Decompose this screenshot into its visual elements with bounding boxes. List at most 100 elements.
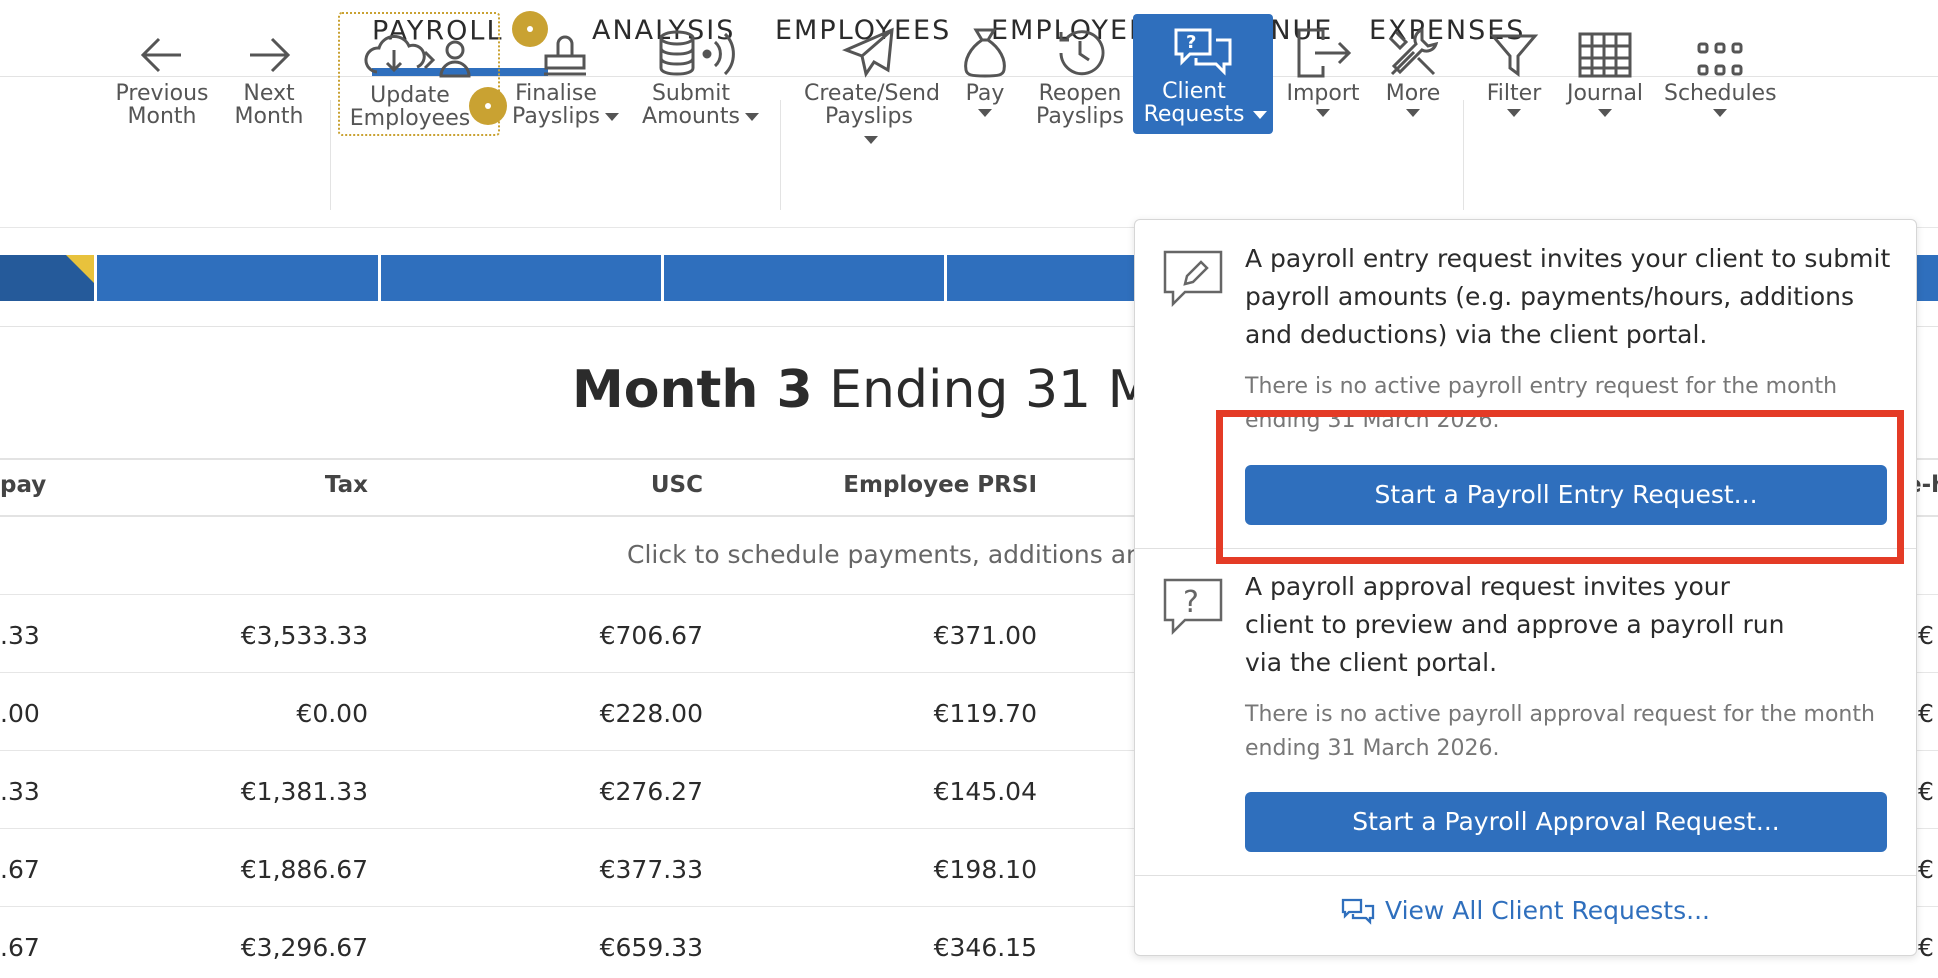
submit-amounts-label: Submit Amounts	[642, 81, 740, 129]
column-header-pay[interactable]: pay	[0, 472, 46, 498]
usc-cell: €706.67	[599, 621, 703, 650]
import-label: Import	[1286, 81, 1360, 106]
apps-grid-icon	[1697, 42, 1743, 76]
truncated-cell: €	[1918, 621, 1934, 650]
paper-plane-icon	[842, 27, 894, 78]
entry-request-description: A payroll entry request invites your cli…	[1245, 244, 1891, 349]
svg-text:?: ?	[1186, 32, 1196, 53]
filter-label: Filter	[1486, 81, 1542, 106]
chevron-down-icon	[605, 113, 619, 121]
pay-button[interactable]: Pay	[955, 12, 1015, 117]
filter-icon	[1489, 34, 1539, 77]
usc-cell: €377.33	[599, 855, 703, 884]
submit-amounts-button[interactable]: Submit Amounts	[638, 12, 762, 128]
current-period-marker	[66, 255, 94, 283]
truncated-cell: €	[1918, 777, 1934, 806]
chevron-down-icon	[1253, 111, 1267, 119]
reopen-payslips-button[interactable]: Reopen Payslips	[1030, 12, 1130, 128]
next-month-button[interactable]: Next Month	[225, 12, 313, 128]
period-divider	[944, 255, 947, 301]
truncated-cell: €	[1918, 699, 1934, 728]
period-divider	[94, 255, 97, 301]
toolbar-separator	[780, 100, 781, 210]
cloud-download-user-icon	[364, 35, 471, 78]
schedules-label: Schedules	[1664, 81, 1777, 106]
chevron-down-icon	[1598, 109, 1612, 117]
create-send-payslips-button[interactable]: Create/Send Payslips	[800, 12, 940, 151]
page-title: Month 3 Ending 31 Mar	[572, 360, 1206, 420]
more-label: More	[1385, 81, 1441, 106]
toolbar-separator	[330, 100, 331, 210]
tax-cell: €0.00	[296, 699, 368, 728]
tax-cell: €3,533.33	[240, 621, 368, 650]
pay-cell: .67	[0, 933, 40, 962]
truncated-cell: €	[1918, 933, 1934, 962]
chat-question-icon: ?	[1174, 28, 1232, 76]
stamp-icon	[544, 35, 586, 76]
highlight-annotation-box	[1216, 410, 1904, 564]
svg-text:?: ?	[1183, 585, 1199, 620]
chevron-down-icon	[745, 113, 759, 121]
chevron-down-icon	[1507, 109, 1521, 117]
column-header-usc[interactable]: USC	[500, 472, 703, 498]
column-header-tax[interactable]: Tax	[200, 472, 368, 498]
toolbar-separator	[1463, 100, 1464, 210]
history-icon	[1059, 30, 1105, 76]
truncated-cell: €	[1918, 855, 1934, 884]
finalise-payslips-label: Finalise Payslips	[512, 81, 600, 129]
arrow-left-icon	[140, 37, 181, 73]
period-divider	[661, 255, 664, 301]
client-requests-button[interactable]: ? Client Requests	[1133, 14, 1273, 134]
prsi-cell: €371.00	[933, 621, 1037, 650]
start-payroll-approval-request-button[interactable]: Start a Payroll Approval Request...	[1245, 792, 1887, 852]
prsi-cell: €346.15	[933, 933, 1037, 962]
schedule-hint-link[interactable]: Click to schedule payments, additions an…	[627, 540, 1158, 569]
usc-cell: €228.00	[599, 699, 703, 728]
prsi-cell: €198.10	[933, 855, 1037, 884]
pencil-chat-icon	[1161, 248, 1225, 310]
divider	[1135, 875, 1916, 876]
reopen-payslips-label: Reopen Payslips	[1036, 81, 1124, 129]
money-bag-icon	[964, 28, 1006, 78]
journal-label: Journal	[1566, 81, 1644, 106]
chevron-down-icon	[1406, 109, 1420, 117]
more-button[interactable]: More	[1373, 12, 1453, 117]
filter-button[interactable]: Filter	[1474, 12, 1554, 117]
tools-icon	[1388, 27, 1439, 76]
prsi-cell: €145.04	[933, 777, 1037, 806]
import-icon	[1297, 28, 1352, 78]
column-header-employee-prsi[interactable]: Employee PRSI	[800, 472, 1037, 498]
chat-bubbles-icon	[1341, 898, 1375, 925]
tax-cell: €3,296.67	[240, 933, 368, 962]
usc-cell: €659.33	[599, 933, 703, 962]
period-number: Month 3	[572, 360, 813, 420]
chevron-down-icon	[1316, 109, 1330, 117]
grid-journal-icon	[1578, 32, 1632, 78]
period-divider	[378, 255, 381, 301]
notification-badge-icon	[469, 87, 507, 125]
import-button[interactable]: Import	[1283, 12, 1363, 117]
create-send-payslips-label: Create/Send Payslips	[804, 81, 940, 129]
client-requests-label: Client Requests	[1143, 79, 1245, 127]
view-all-label: View All Client Requests...	[1385, 896, 1710, 925]
pay-cell: .33	[0, 777, 40, 806]
chevron-down-icon	[864, 136, 878, 144]
coins-signal-icon	[659, 30, 735, 76]
pay-cell: .67	[0, 855, 40, 884]
finalise-payslips-button[interactable]: Finalise Payslips	[510, 12, 620, 128]
journal-button[interactable]: Journal	[1560, 12, 1650, 117]
previous-month-label: Previous Month	[115, 81, 209, 129]
client-requests-dropdown: A payroll entry request invites your cli…	[1134, 219, 1917, 956]
question-chat-icon: ?	[1161, 576, 1225, 638]
approval-request-description: A payroll approval request invites your …	[1245, 572, 1785, 677]
previous-month-button[interactable]: Previous Month	[112, 12, 212, 128]
tax-cell: €1,886.67	[240, 855, 368, 884]
schedules-button[interactable]: Schedules	[1664, 12, 1777, 117]
prsi-cell: €119.70	[933, 699, 1037, 728]
pay-label: Pay	[965, 81, 1005, 106]
approval-request-status: There is no active payroll approval requ…	[1245, 702, 1875, 761]
pay-cell: .33	[0, 621, 40, 650]
pay-cell: .00	[0, 699, 40, 728]
update-employees-label: Update Employees	[349, 83, 471, 131]
view-all-client-requests-link[interactable]: View All Client Requests...	[1135, 896, 1916, 926]
